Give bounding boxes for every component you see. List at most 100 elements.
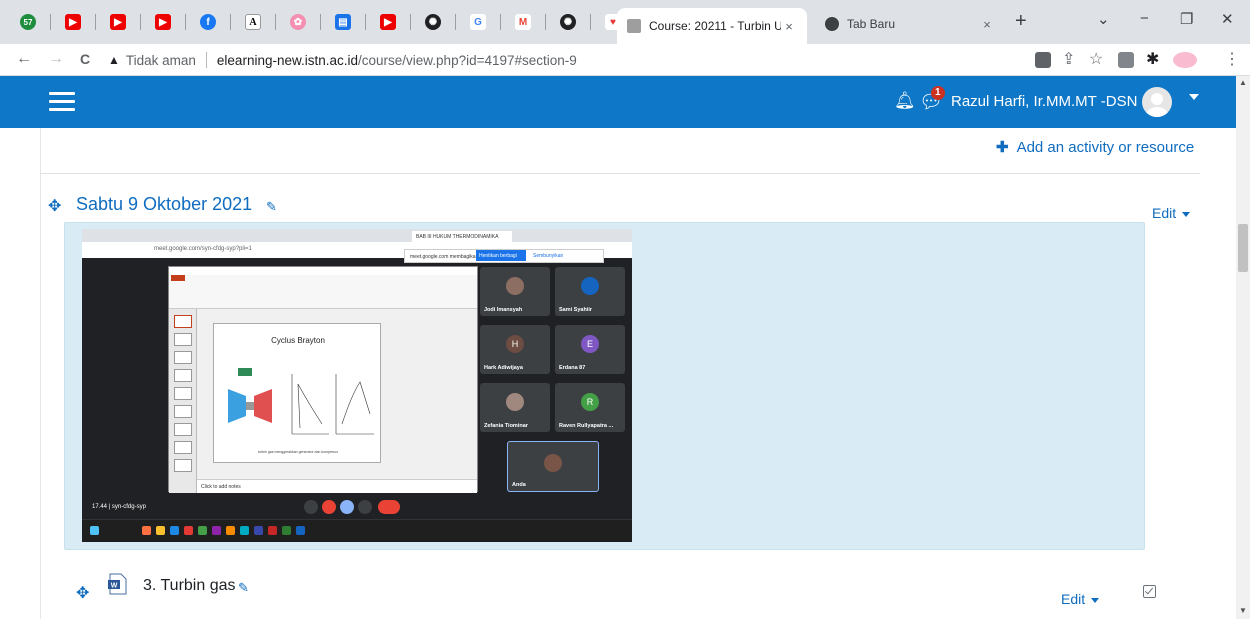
hamburger-menu-icon[interactable] [49, 92, 75, 112]
browser-tabstrip: 57 ▶ ▶ ▶ f A ✿ ▤ ▶ ✺ G M ✺ ♥ ● ✺ K Cours [0, 0, 1250, 44]
pinned-tab-youtube-icon[interactable]: ▶ [110, 14, 126, 30]
profile-icon[interactable] [1173, 52, 1197, 68]
tab-title: Course: 20211 - Turbin Uap [649, 19, 781, 33]
image-participant-name: Zefania Tiominar [484, 423, 528, 429]
pinned-tab-openai-icon[interactable]: ✺ [560, 14, 576, 30]
close-tab-icon[interactable]: × [979, 17, 995, 32]
pinned-tab-docs-icon[interactable]: ▤ [335, 14, 351, 30]
tab-divider [500, 14, 501, 30]
edit-title-pencil-icon[interactable]: ✎ [266, 199, 277, 215]
forward-button[interactable]: → [48, 50, 64, 68]
image-present-icon [340, 500, 354, 514]
add-activity-label: Add an activity or resource [1016, 139, 1195, 156]
image-slide-caption: turbin gas menggerakkan generator dan ko… [258, 450, 338, 454]
tab-divider [365, 14, 366, 30]
tab-divider [455, 14, 456, 30]
pinned-tab-openai-icon[interactable]: ✺ [425, 14, 441, 30]
section-edit-menu[interactable]: Edit [1152, 205, 1191, 221]
restore-button[interactable]: ❐ [1180, 10, 1193, 28]
address-divider [205, 52, 207, 68]
browser-menu-icon[interactable]: ⋮ [1224, 49, 1240, 69]
image-camera-off-icon [322, 500, 336, 514]
close-window-button[interactable]: ✕ [1221, 10, 1234, 28]
pinned-tab-chat-icon[interactable]: 57 [20, 14, 36, 30]
tab-title: Tab Baru [847, 17, 896, 31]
pinned-tab-google-icon[interactable]: G [470, 14, 486, 30]
warning-icon[interactable]: ▲ [108, 53, 120, 67]
scroll-down-arrow-icon[interactable]: ▼ [1239, 606, 1247, 615]
tab-divider [50, 14, 51, 30]
page-scrollbar[interactable]: ▲ ▼ [1236, 76, 1250, 619]
caret-down-icon [1182, 211, 1191, 217]
image-participant-tile: R Raven Rullyapatra ... [555, 383, 625, 432]
section-title[interactable]: Sabtu 9 Oktober 2021 [76, 194, 252, 215]
extensions-puzzle-icon[interactable]: ✱ [1146, 49, 1159, 69]
image-powerpoint-window: Cyclus Brayton turbin gas menggerakkan g… [168, 266, 478, 493]
content-left-border [40, 128, 41, 619]
caret-down-icon [1091, 597, 1100, 603]
tab-search-chevron-icon[interactable]: ⌄ [1097, 10, 1110, 28]
image-participant-name: Jodi Imansyah [484, 307, 523, 313]
user-menu-caret-icon[interactable] [1189, 94, 1199, 100]
svg-text:W: W [111, 583, 118, 590]
user-name[interactable]: Razul Harfi, Ir.MM.MT -DSN [951, 93, 1137, 110]
pinned-tab-flower-icon[interactable]: ✿ [290, 14, 306, 30]
reload-button[interactable]: C [80, 51, 90, 67]
move-section-icon[interactable]: ✥ [48, 196, 61, 216]
pinned-tab-youtube-icon[interactable]: ▶ [65, 14, 81, 30]
pinned-tab-badge: 57 [23, 17, 33, 27]
address-bar[interactable]: ▲ Tidak aman elearning-new.istn.ac.id /c… [108, 46, 1028, 74]
image-self-name: Anda [512, 482, 526, 488]
word-document-icon: W [108, 573, 127, 595]
tab-divider [185, 14, 186, 30]
security-label[interactable]: Tidak aman [126, 53, 196, 68]
add-activity-link[interactable]: ✚ Add an activity or resource [996, 138, 1194, 156]
tab-course-turbin-uap[interactable]: Course: 20211 - Turbin Uap × [617, 8, 807, 44]
minimize-button[interactable]: − [1140, 10, 1149, 27]
close-tab-icon[interactable]: × [781, 19, 797, 34]
image-self-tile: Anda [507, 441, 599, 492]
image-meeting-label: 17.44 | syn-cfdg-syp [92, 504, 146, 510]
image-participant-name: Erdana 87 [559, 365, 586, 371]
edit-activity-pencil-icon[interactable]: ✎ [238, 580, 249, 596]
url-path: /course/view.php?id=4197#section-9 [358, 52, 577, 68]
image-slide-thumbnails [169, 309, 197, 493]
pinned-tab-gmail-icon[interactable]: M [515, 14, 531, 30]
image-participant-avatar: R [581, 393, 599, 411]
pinned-tab-youtube-icon[interactable]: ▶ [155, 14, 171, 30]
image-hide-share: Sembunyikan [533, 253, 564, 259]
tab-divider [230, 14, 231, 30]
site-navbar: 🔔︎ 💬︎ 1 Razul Harfi, Ir.MM.MT -DSN [0, 76, 1236, 128]
activity-edit-menu[interactable]: Edit [1061, 591, 1100, 607]
share-icon[interactable]: ⇪ [1062, 49, 1075, 69]
tab-new-tab[interactable]: Tab Baru × [815, 8, 1005, 40]
edit-label: Edit [1061, 591, 1086, 607]
bookmark-star-icon[interactable]: ☆ [1089, 49, 1103, 69]
image-meet-controls: 17.44 | syn-cfdg-syp [82, 495, 632, 519]
user-avatar[interactable] [1142, 87, 1172, 117]
image-windows-taskbar [82, 519, 632, 542]
scrollbar-thumb[interactable] [1238, 224, 1248, 272]
image-participant-avatar [506, 277, 524, 295]
translate-icon[interactable] [1035, 52, 1051, 68]
tab-divider [320, 14, 321, 30]
image-participant-name: Sami Syahiir [559, 307, 593, 313]
pinned-tab-youtube-icon[interactable]: ▶ [380, 14, 396, 30]
new-tab-button[interactable]: + [1015, 10, 1027, 33]
extension-icon[interactable] [1118, 52, 1134, 68]
completion-checkbox-icon[interactable] [1143, 585, 1156, 598]
image-participant-tile: E Erdana 87 [555, 325, 625, 374]
image-participant-tile: Zefania Tiominar [480, 383, 550, 432]
image-more-icon [358, 500, 372, 514]
image-participant-tile: Sami Syahiir [555, 267, 625, 316]
pinned-tab-facebook-icon[interactable]: f [200, 14, 216, 30]
image-ribbon [169, 267, 477, 309]
notifications-bell-icon[interactable]: 🔔︎ [894, 91, 916, 111]
tab-divider [410, 14, 411, 30]
back-button[interactable]: ← [16, 50, 32, 68]
pinned-tab-font-icon[interactable]: A [245, 14, 261, 30]
activity-title-link[interactable]: 3. Turbin gas [143, 577, 236, 595]
move-activity-icon[interactable]: ✥ [76, 583, 89, 603]
plus-icon: ✚ [996, 139, 1009, 156]
scroll-up-arrow-icon[interactable]: ▲ [1239, 78, 1247, 87]
